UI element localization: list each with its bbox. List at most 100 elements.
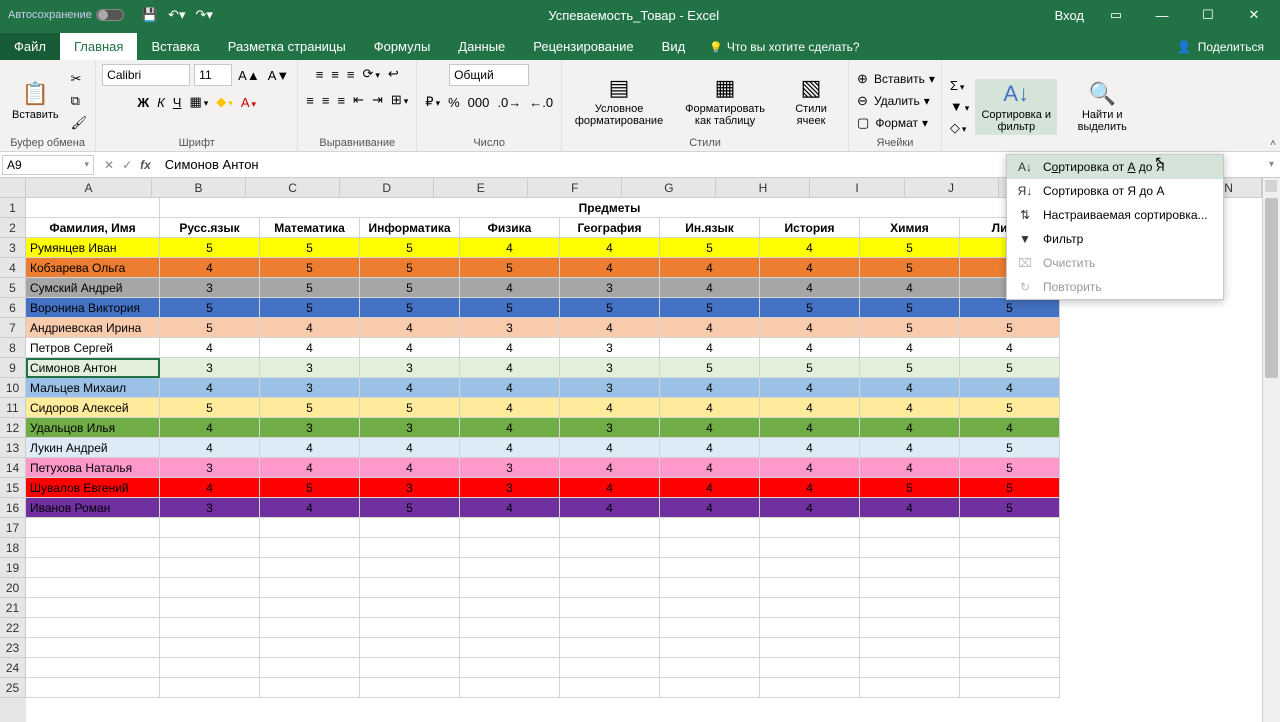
tab-review[interactable]: Рецензирование bbox=[519, 33, 647, 60]
cell[interactable] bbox=[960, 618, 1060, 638]
column-header[interactable]: H bbox=[716, 178, 810, 198]
column-header[interactable]: C bbox=[246, 178, 340, 198]
cell[interactable] bbox=[260, 578, 360, 598]
cell[interactable]: Химия bbox=[860, 218, 960, 238]
cell[interactable] bbox=[460, 538, 560, 558]
cell[interactable] bbox=[260, 598, 360, 618]
cell[interactable]: 4 bbox=[760, 458, 860, 478]
cell[interactable]: 5 bbox=[860, 258, 960, 278]
cell[interactable] bbox=[26, 578, 160, 598]
cell[interactable] bbox=[460, 578, 560, 598]
tab-file[interactable]: Файл bbox=[0, 33, 60, 60]
cell[interactable]: 4 bbox=[160, 258, 260, 278]
cell[interactable]: Андриевская Ирина bbox=[26, 318, 160, 338]
cell[interactable] bbox=[26, 618, 160, 638]
font-color-icon[interactable]: A bbox=[239, 93, 258, 112]
cell[interactable] bbox=[160, 538, 260, 558]
cell[interactable] bbox=[160, 618, 260, 638]
cell[interactable]: 4 bbox=[660, 398, 760, 418]
row-header[interactable]: 17 bbox=[0, 518, 26, 538]
cell[interactable]: 4 bbox=[560, 438, 660, 458]
conditional-format-button[interactable]: ▤Условное форматирование bbox=[568, 73, 670, 129]
cell[interactable] bbox=[560, 618, 660, 638]
cell[interactable]: 4 bbox=[760, 378, 860, 398]
column-header[interactable]: B bbox=[152, 178, 246, 198]
cell[interactable]: 4 bbox=[460, 238, 560, 258]
cell[interactable]: 4 bbox=[560, 478, 660, 498]
cell[interactable]: 4 bbox=[860, 338, 960, 358]
cell[interactable] bbox=[460, 618, 560, 638]
cell[interactable]: 5 bbox=[960, 398, 1060, 418]
cell[interactable]: 4 bbox=[260, 438, 360, 458]
cell[interactable]: 4 bbox=[260, 338, 360, 358]
cell[interactable]: Петров Сергей bbox=[26, 338, 160, 358]
cell[interactable] bbox=[660, 558, 760, 578]
cell[interactable] bbox=[26, 558, 160, 578]
cell[interactable] bbox=[460, 678, 560, 698]
cell[interactable]: 4 bbox=[860, 378, 960, 398]
cell[interactable]: 4 bbox=[660, 498, 760, 518]
cell[interactable]: Ин.язык bbox=[660, 218, 760, 238]
cell[interactable]: 3 bbox=[560, 338, 660, 358]
percent-icon[interactable]: % bbox=[446, 93, 462, 112]
cell[interactable]: 4 bbox=[760, 478, 860, 498]
column-header[interactable]: F bbox=[528, 178, 622, 198]
cell[interactable]: 3 bbox=[560, 358, 660, 378]
cell[interactable]: 5 bbox=[460, 258, 560, 278]
cell[interactable]: 4 bbox=[360, 378, 460, 398]
expand-formula-bar-icon[interactable]: ▾ bbox=[1263, 159, 1280, 170]
cell[interactable] bbox=[460, 598, 560, 618]
cell[interactable]: Математика bbox=[260, 218, 360, 238]
select-all-corner[interactable] bbox=[0, 178, 26, 198]
cell[interactable]: 3 bbox=[460, 318, 560, 338]
cell[interactable] bbox=[360, 558, 460, 578]
share-button[interactable]: 👤 Поделиться bbox=[1161, 34, 1280, 60]
underline-icon[interactable]: Ч bbox=[171, 93, 184, 112]
align-bottom-icon[interactable]: ≡ bbox=[345, 65, 357, 84]
cell[interactable]: 4 bbox=[260, 498, 360, 518]
align-right-icon[interactable]: ≡ bbox=[335, 91, 347, 110]
row-header[interactable]: 19 bbox=[0, 558, 26, 578]
cell[interactable] bbox=[760, 598, 860, 618]
currency-icon[interactable]: ₽ bbox=[423, 92, 442, 112]
cell[interactable] bbox=[160, 638, 260, 658]
cell[interactable] bbox=[560, 538, 660, 558]
cell[interactable] bbox=[760, 618, 860, 638]
cell[interactable]: 5 bbox=[160, 238, 260, 258]
cell[interactable] bbox=[460, 658, 560, 678]
cell[interactable]: 4 bbox=[860, 398, 960, 418]
format-as-table-button[interactable]: ▦Форматировать как таблицу bbox=[674, 73, 776, 129]
autosave-toggle[interactable] bbox=[96, 9, 124, 21]
row-header[interactable]: 21 bbox=[0, 598, 26, 618]
cell[interactable]: 4 bbox=[760, 418, 860, 438]
cell[interactable]: 4 bbox=[760, 318, 860, 338]
cell[interactable] bbox=[26, 518, 160, 538]
cell[interactable] bbox=[560, 638, 660, 658]
row-header[interactable]: 20 bbox=[0, 578, 26, 598]
cell[interactable] bbox=[560, 678, 660, 698]
insert-function-icon[interactable]: fx bbox=[140, 158, 151, 172]
cell[interactable]: 4 bbox=[460, 438, 560, 458]
cell[interactable]: 4 bbox=[360, 338, 460, 358]
cell[interactable]: Предметы bbox=[160, 198, 1060, 218]
cell-styles-button[interactable]: ▧Стили ячеек bbox=[780, 73, 842, 129]
cell[interactable]: 3 bbox=[360, 418, 460, 438]
cell[interactable] bbox=[160, 678, 260, 698]
cell[interactable]: 5 bbox=[160, 298, 260, 318]
cell[interactable]: 5 bbox=[760, 298, 860, 318]
align-middle-icon[interactable]: ≡ bbox=[329, 65, 341, 84]
cell[interactable] bbox=[860, 578, 960, 598]
cell[interactable] bbox=[760, 518, 860, 538]
paste-button[interactable]: 📋 Вставить bbox=[6, 79, 65, 123]
cell[interactable]: 5 bbox=[860, 478, 960, 498]
cell[interactable]: 4 bbox=[360, 458, 460, 478]
cut-icon[interactable]: ✂ bbox=[69, 69, 90, 89]
cancel-formula-icon[interactable]: ✕ bbox=[104, 158, 114, 172]
cell[interactable]: Симонов Антон bbox=[26, 358, 160, 378]
merge-icon[interactable]: ⊞ bbox=[389, 90, 410, 110]
cell[interactable]: 4 bbox=[460, 378, 560, 398]
cell[interactable]: 5 bbox=[260, 478, 360, 498]
cell[interactable] bbox=[360, 598, 460, 618]
cell[interactable] bbox=[960, 558, 1060, 578]
cell[interactable] bbox=[360, 678, 460, 698]
